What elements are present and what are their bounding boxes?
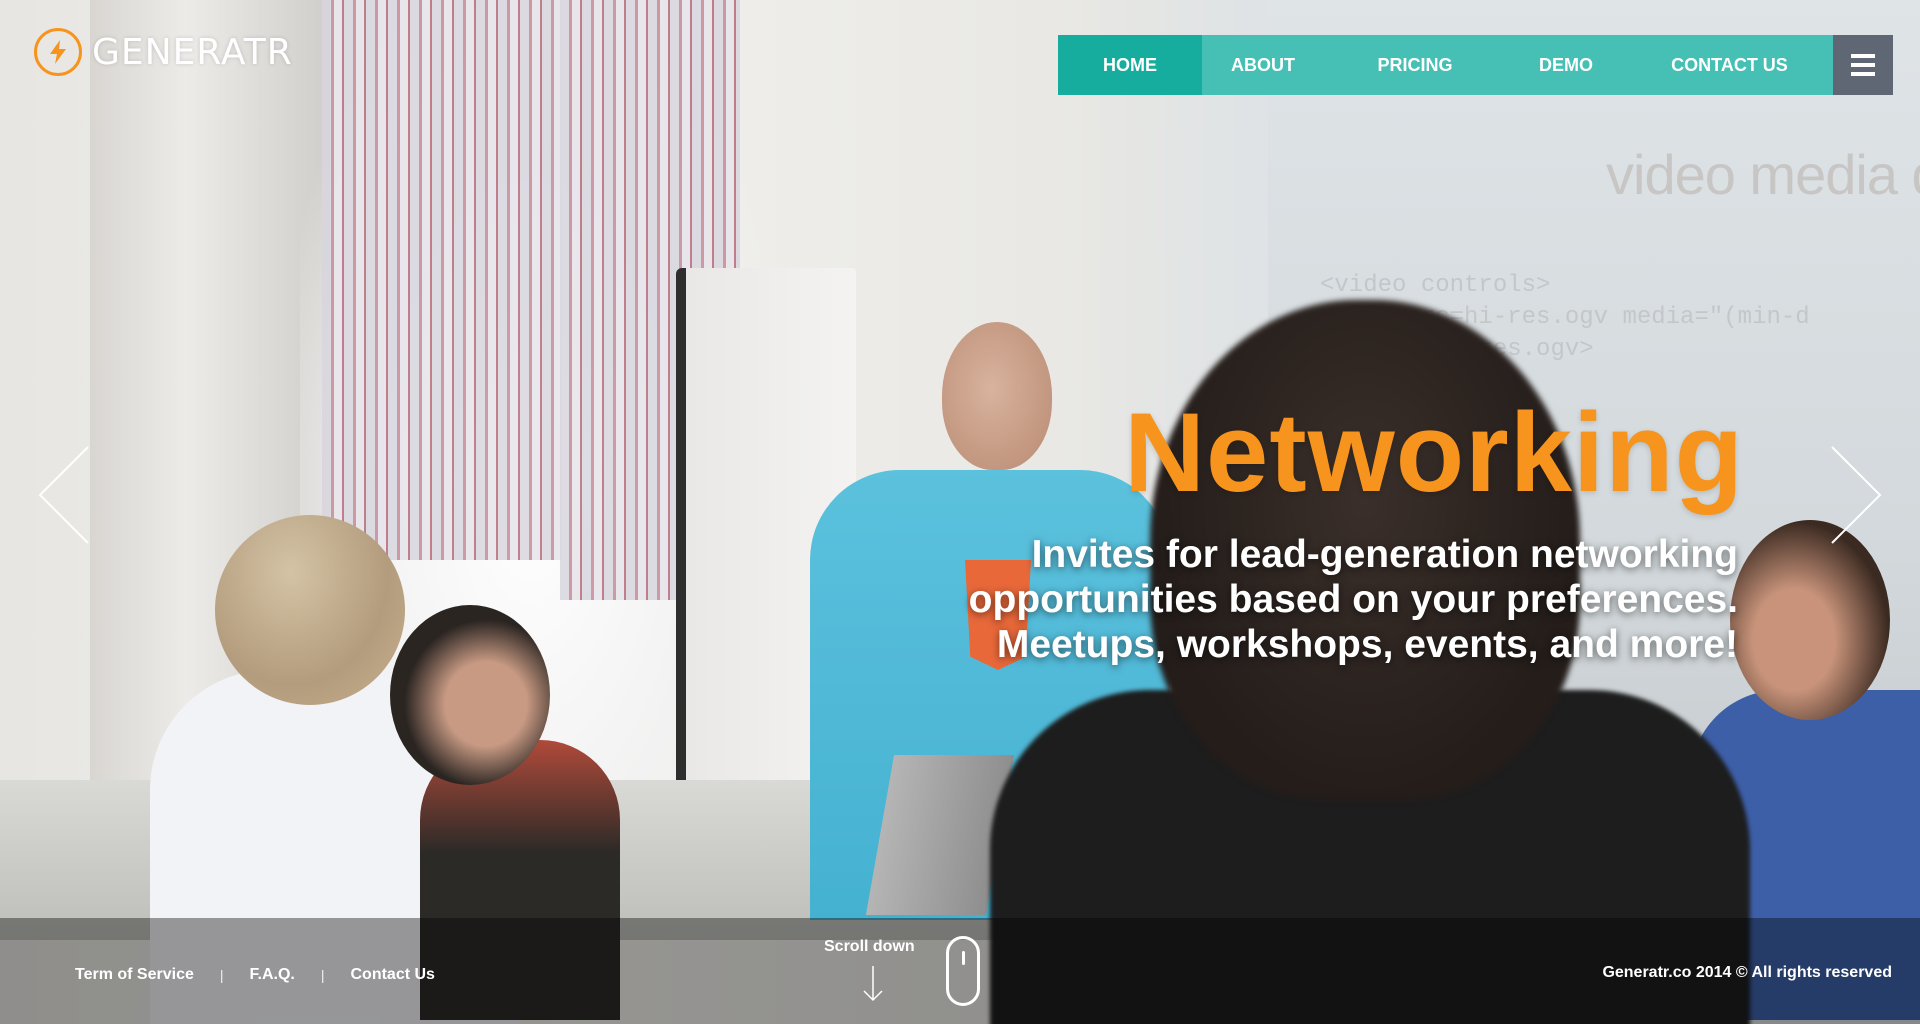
mouse-scroll-icon[interactable] [946,936,980,1006]
brand-logo[interactable]: GENERATR [34,24,293,80]
nav-demo[interactable]: DEMO [1506,35,1626,95]
slide-title: Networking [1124,390,1744,515]
hamburger-menu-icon[interactable] [1833,35,1893,95]
slide-subtitle: Invites for lead-generation networking o… [968,533,1738,666]
footer-separator: | [219,967,224,983]
projection-heading-text: video media qu [1606,143,1920,206]
attendee-right-head [1730,520,1890,720]
presenter-head [942,322,1052,470]
striped-curtain [322,0,562,560]
chevron-right-icon[interactable] [1822,445,1882,545]
footer-link-contact[interactable]: Contact Us [351,966,435,984]
chevron-left-icon[interactable] [38,445,98,545]
footer-links: Term of Service | F.A.Q. | Contact Us [75,966,435,984]
brand-name: GENERATR [92,31,293,73]
main-nav: HOME ABOUT PRICING DEMO CONTACT US [1058,35,1893,95]
arrow-down-icon [862,966,884,1007]
nav-contact-us[interactable]: CONTACT US [1626,35,1833,95]
nav-pricing[interactable]: PRICING [1324,35,1506,95]
footer-link-terms[interactable]: Term of Service [75,966,194,984]
attendee-woman-head [390,605,550,785]
footer-separator: | [320,967,325,983]
attendee-left-head [215,515,405,705]
lightning-bolt-icon [34,28,82,76]
copyright-text: Generatr.co 2014 © All rights reserved [1602,964,1892,981]
scroll-down-label[interactable]: Scroll down [824,938,915,956]
nav-about[interactable]: ABOUT [1202,35,1324,95]
footer-link-faq[interactable]: F.A.Q. [250,966,295,984]
nav-home[interactable]: HOME [1058,35,1202,95]
